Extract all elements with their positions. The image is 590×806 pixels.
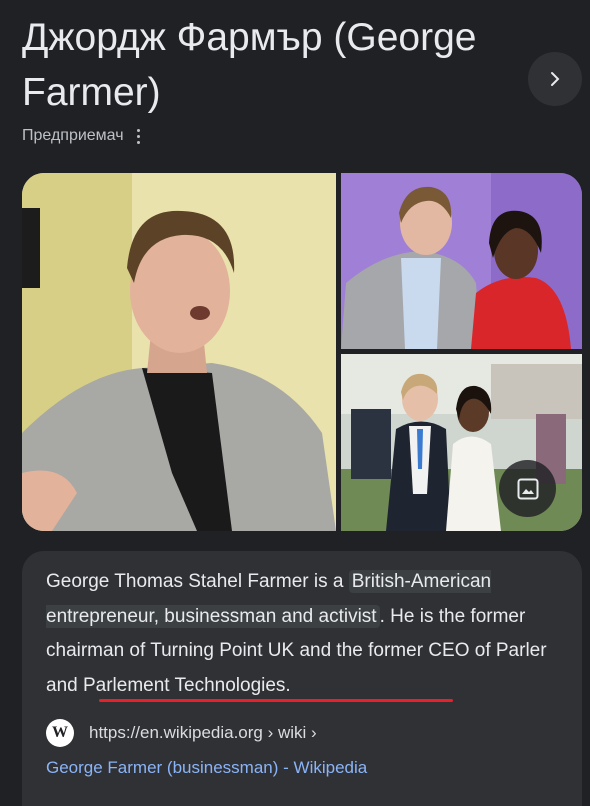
source-url[interactable]: https://en.wikipedia.org › wiki › [89, 723, 317, 743]
description-text-1: George Thomas Stahel Farmer is a [46, 571, 349, 592]
next-button[interactable] [528, 52, 582, 106]
entity-description: George Thomas Stahel Farmer is a British… [46, 565, 560, 703]
source-link[interactable]: George Farmer (businessman) - Wikipedia [46, 758, 367, 778]
photo-couple-purple[interactable] [341, 173, 582, 349]
more-images-button[interactable] [499, 460, 556, 517]
more-vert-icon[interactable] [133, 127, 144, 146]
main-photo[interactable] [22, 173, 336, 531]
image-icon [517, 478, 538, 499]
wikipedia-icon: W [46, 719, 74, 747]
subtitle-row: Предприемач [22, 124, 144, 148]
description-card: George Thomas Stahel Farmer is a British… [22, 551, 582, 806]
entity-subtitle: Предприемач [22, 127, 124, 144]
chevron-right-icon [551, 72, 560, 86]
source-row[interactable]: W https://en.wikipedia.org › wiki › [46, 718, 317, 748]
image-gallery [22, 173, 582, 531]
red-underline-annotation [99, 699, 453, 702]
page-title: Джордж Фармър (George Farmer) [22, 16, 477, 114]
